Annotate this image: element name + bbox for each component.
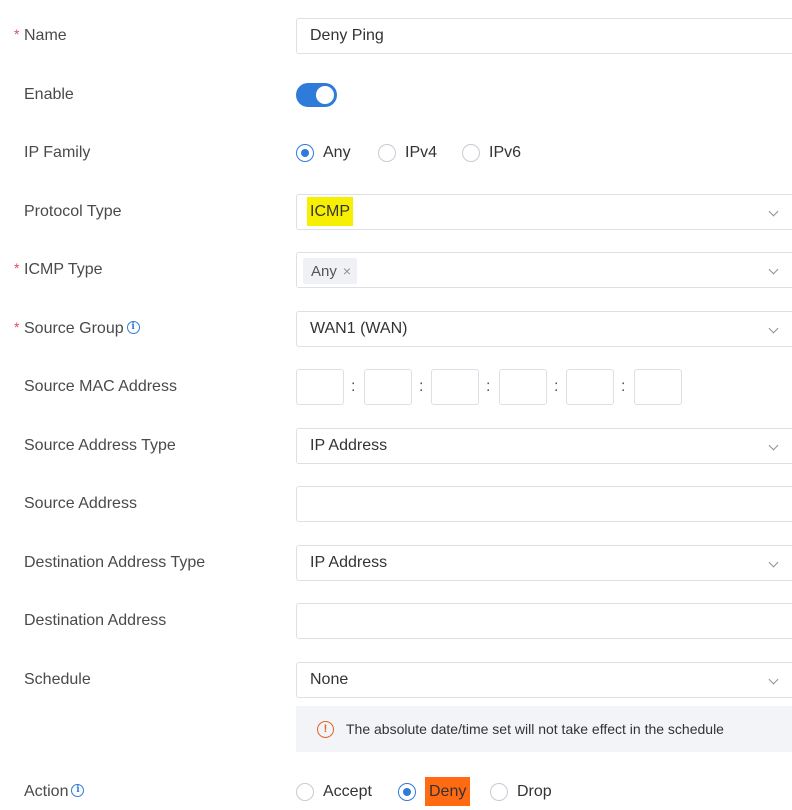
chevron-down-icon [768, 206, 779, 217]
protocol-type-select[interactable]: ICMP [296, 194, 792, 230]
required-marker: * [14, 26, 20, 42]
schedule-label: Schedule [24, 671, 91, 688]
radio-circle [398, 783, 416, 801]
row-destination-address-type: Destination Address Type IP Address [0, 545, 792, 581]
info-icon[interactable]: i [71, 784, 85, 798]
row-name: * Name Deny Ping [0, 18, 792, 54]
protocol-type-label: Protocol Type [24, 203, 122, 220]
action-label-text: Action [24, 783, 69, 800]
schedule-value: None [310, 671, 349, 688]
mac-octet-5-input[interactable] [566, 369, 614, 405]
row-icmp-type: * ICMP Type Any × [0, 252, 792, 288]
source-address-label: Source Address [24, 495, 137, 512]
row-schedule: Schedule None [0, 662, 792, 698]
row-enable: Enable [0, 77, 792, 113]
chevron-down-icon [768, 674, 779, 685]
destination-address-label: Destination Address [24, 612, 167, 629]
mac-separator: : [554, 378, 559, 395]
source-address-input[interactable] [296, 486, 792, 522]
destination-address-type-value: IP Address [310, 554, 388, 571]
icmp-type-tag: Any × [303, 258, 358, 284]
schedule-notice-text: The absolute date/time set will not take… [346, 721, 724, 737]
tag-label: Any [311, 263, 337, 280]
row-source-group: * Source Group i WAN1 (WAN) [0, 311, 792, 347]
name-label: Name [24, 27, 67, 44]
source-group-label-text: Source Group [24, 320, 124, 337]
icmp-type-select[interactable]: Any × [296, 252, 792, 288]
source-address-type-value: IP Address [310, 437, 388, 454]
mac-separator: : [621, 378, 626, 395]
mac-octet-1-input[interactable] [296, 369, 344, 405]
radio-label: IPv6 [489, 144, 522, 161]
radio-circle [296, 783, 314, 801]
source-mac-label: Source MAC Address [24, 378, 177, 395]
schedule-notice: ! The absolute date/time set will not ta… [296, 706, 792, 752]
chevron-down-icon [768, 264, 779, 275]
source-group-select[interactable]: WAN1 (WAN) [296, 311, 792, 347]
row-destination-address: Destination Address [0, 603, 792, 639]
radio-circle [296, 144, 314, 162]
name-value: Deny Ping [310, 27, 384, 44]
destination-address-input[interactable] [296, 603, 792, 639]
row-source-address: Source Address [0, 486, 792, 522]
row-source-mac: Source MAC Address : : : : : [0, 369, 792, 405]
protocol-type-highlight: ICMP [307, 197, 353, 226]
radio-label: Deny [425, 774, 471, 810]
toggle-knob [316, 86, 334, 104]
protocol-type-value: ICMP [307, 195, 353, 229]
source-address-type-select[interactable]: IP Address [296, 428, 792, 464]
source-group-value: WAN1 (WAN) [310, 320, 408, 337]
chevron-down-icon [768, 557, 779, 568]
row-protocol-type: Protocol Type ICMP [0, 194, 792, 230]
mac-octet-3-input[interactable] [431, 369, 479, 405]
radio-label: Drop [517, 783, 552, 800]
enable-toggle[interactable] [296, 83, 337, 107]
warning-icon: ! [317, 721, 334, 738]
mac-octet-2-input[interactable] [364, 369, 412, 405]
row-action: Action i Accept Deny Drop [0, 774, 792, 810]
deny-highlight: Deny [425, 777, 471, 806]
radio-circle [378, 144, 396, 162]
row-source-address-type: Source Address Type IP Address [0, 428, 792, 464]
chevron-down-icon [768, 323, 779, 334]
radio-label: IPv4 [405, 144, 438, 161]
info-icon[interactable]: i [126, 321, 140, 335]
schedule-select[interactable]: None [296, 662, 792, 698]
radio-circle [462, 144, 480, 162]
destination-address-type-label: Destination Address Type [24, 554, 206, 571]
mac-separator: : [419, 378, 424, 395]
mac-octet-4-input[interactable] [499, 369, 547, 405]
mac-octet-6-input[interactable] [634, 369, 682, 405]
row-ip-family: IP Family Any IPv4 IPv6 [0, 135, 792, 171]
destination-address-type-select[interactable]: IP Address [296, 545, 792, 581]
close-icon[interactable]: × [343, 263, 351, 279]
required-marker: * [14, 260, 20, 276]
action-label: Action i [24, 774, 85, 810]
ip-family-label: IP Family [24, 144, 91, 161]
required-marker: * [14, 319, 20, 335]
chevron-down-icon [768, 440, 779, 451]
mac-separator: : [486, 378, 491, 395]
radio-label: Any [323, 144, 351, 161]
radio-label: Accept [323, 783, 372, 800]
icmp-type-label: ICMP Type [24, 261, 103, 278]
enable-label: Enable [24, 86, 74, 103]
source-group-label: Source Group i [24, 311, 140, 347]
mac-separator: : [351, 378, 356, 395]
name-input[interactable]: Deny Ping [296, 18, 792, 54]
source-address-type-label: Source Address Type [24, 437, 176, 454]
radio-circle [490, 783, 508, 801]
